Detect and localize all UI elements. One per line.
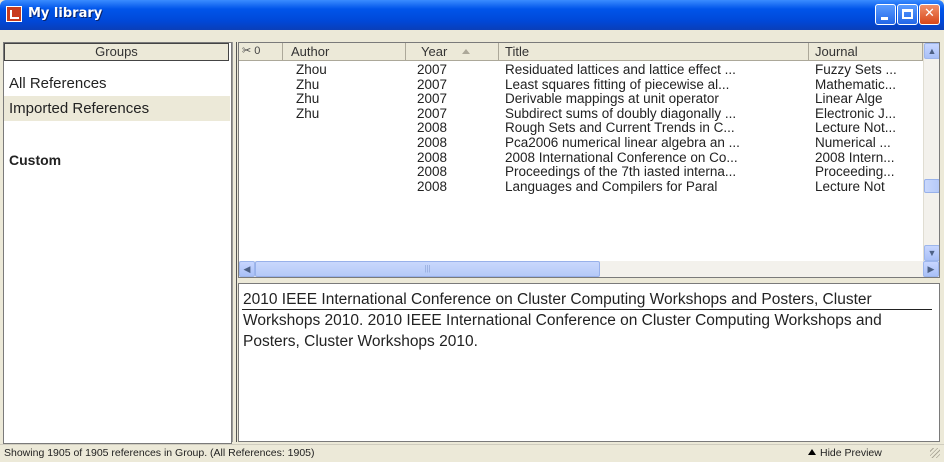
hide-preview-label: Hide Preview [820,447,882,459]
cell-title: Subdirect sums of doubly diagonally ... [505,105,737,121]
cell-title: Pca2006 numerical linear algebra an ... [505,135,740,150]
cell-title: Least squares fitting of piecewise al... [505,76,730,92]
table-row[interactable]: 2008 2008 International Conference on Co.… [239,150,923,166]
cell-title: Languages and Compilers for Paral [505,178,718,194]
preview-splitter[interactable] [238,279,940,282]
cell-year: 2008 [417,135,448,150]
panel-splitter[interactable] [232,42,237,442]
sort-ascending-icon [462,49,470,54]
window-title: My library [28,6,103,21]
cell-year: 2008 [417,164,448,180]
cell-author: Zhu [296,76,320,92]
cell-title: Rough Sets and Current Trends in C... [505,120,735,136]
cell-year: 2008 [417,178,448,194]
cell-title: 2008 International Conference on Co... [505,149,738,165]
chevron-left-icon: ◀ [243,264,251,274]
library-window: My library ✕ Groups All References Impor… [0,0,944,462]
cell-title: Derivable mappings at unit operator [505,91,719,107]
table-row[interactable]: Zhou 2007 Residuated lattices and lattice … [239,62,923,78]
cell-journal: Fuzzy Sets ... [815,62,897,77]
cell-title: Proceedings of the 7th iasted interna... [505,164,737,180]
cell-year: 2007 [417,62,448,77]
table-row[interactable]: 2008 Rough Sets and Current Trends in C..… [239,120,923,136]
horizontal-scrollbar[interactable]: ◀ ||| ▶ [239,261,939,277]
reference-preview: 2010 IEEE International Conference on Cl… [238,283,940,442]
group-all-references[interactable]: All References [4,71,230,96]
cell-journal: Mathematic... [815,76,897,92]
cell-year: 2007 [417,105,448,121]
cell-year: 2008 [417,120,448,136]
preview-text: 2010 IEEE International Conference on Cl… [243,291,882,350]
column-year-label: Year [421,44,448,59]
hide-preview-button[interactable]: Hide Preview [808,445,882,462]
chevron-down-icon: ▼ [927,248,937,258]
cell-journal: Lecture Not [815,178,885,194]
table-row[interactable]: Zhu 2007 Least squares fitting of piecewis… [239,77,923,93]
maximize-icon [902,9,913,19]
close-button[interactable]: ✕ [919,4,940,25]
column-year-header[interactable]: Year [406,43,499,61]
cell-journal: Linear Alge [815,91,883,107]
column-title-header[interactable]: Title [499,43,809,61]
cell-year: 2007 [417,91,448,107]
scroll-up-button[interactable]: ▲ [924,43,939,59]
cell-year: 2007 [417,76,448,92]
cell-journal: Electronic J... [815,105,897,121]
cell-journal: Lecture Not... [815,120,897,136]
chevron-up-icon: ▲ [927,46,937,56]
reference-list: ✂ 0 Author Year Title Journal Zhou 2007 Re… [238,42,940,278]
column-icons-header[interactable]: ✂ 0 [239,43,283,61]
scroll-left-button[interactable]: ◀ [239,261,255,277]
cell-journal: Numerical ... [815,135,891,150]
resize-grip-icon[interactable] [930,448,940,458]
scroll-down-button[interactable]: ▼ [924,245,939,261]
status-text: Showing 1905 of 1905 references in Group… [4,447,315,459]
cell-author: Zhou [296,62,327,77]
cell-journal: 2008 Intern... [815,149,895,165]
chevron-right-icon: ▶ [927,264,935,274]
status-bar: Showing 1905 of 1905 references in Group… [0,444,944,462]
preview-divider [242,309,932,310]
hide-preview-icon [808,449,816,455]
table-row[interactable]: Zhu 2007 Derivable mappings at unit operat… [239,91,923,107]
groups-header[interactable]: Groups [4,43,229,61]
cell-year: 2008 [417,149,448,165]
table-row[interactable]: 2008 Proceedings of the 7th iasted intern… [239,164,923,180]
cell-title: Residuated lattices and lattice effect .… [505,62,736,77]
groups-panel: Groups All References Imported Reference… [3,42,232,444]
minimize-icon [881,17,888,20]
vertical-scroll-thumb[interactable] [924,179,939,193]
cell-author: Zhu [296,91,320,107]
vertical-scrollbar[interactable]: ▲ ▼ [923,43,939,261]
minimize-button[interactable] [875,4,896,25]
scroll-right-button[interactable]: ▶ [923,261,939,277]
column-journal-header[interactable]: Journal [809,43,923,61]
cell-journal: Proceeding... [815,164,895,180]
horizontal-scroll-thumb[interactable]: ||| [255,261,600,277]
cell-author: Zhu [296,105,320,121]
close-icon: ✕ [924,6,935,21]
group-imported-references[interactable]: Imported References [4,96,230,121]
table-row[interactable]: 2008 Pca2006 numerical linear algebra an … [239,135,923,151]
column-author-header[interactable]: Author [283,43,406,61]
group-custom-heading[interactable]: Custom [4,148,230,173]
title-bar[interactable]: My library ✕ [0,0,944,30]
table-row[interactable]: 2008 Languages and Compilers for Paral Lec… [239,179,923,195]
library-icon [6,6,22,22]
table-row[interactable]: Zhu 2007 Subdirect sums of doubly diagonal… [239,106,923,122]
maximize-button[interactable] [897,4,918,25]
